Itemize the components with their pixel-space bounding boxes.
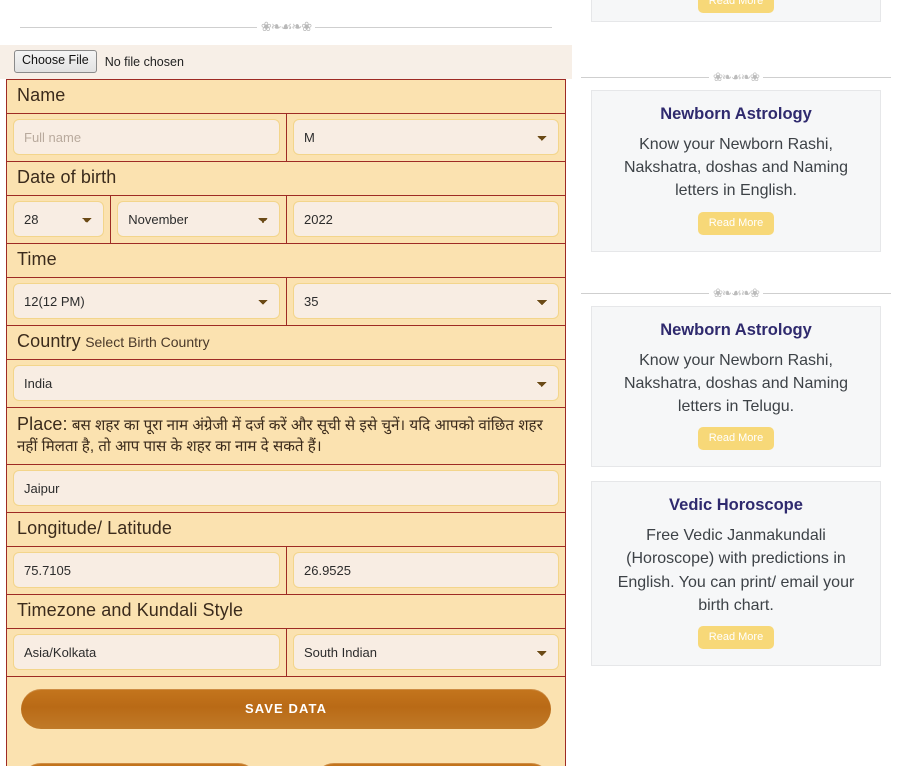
flourish-ornament-icon: ❀❧☙❧❀	[709, 286, 763, 299]
form-actions: SAVE DATA RESET SUBMIT	[7, 677, 565, 766]
country-cell: India	[7, 360, 565, 407]
sidebar-divider-2: ❀❧☙❧❀	[581, 280, 891, 306]
flourish-ornament-icon: ❀❧☙❧❀	[709, 71, 763, 83]
longitude-input[interactable]	[13, 552, 280, 589]
dob-day-cell: 28	[7, 196, 110, 243]
full-name-cell	[7, 114, 286, 161]
top-ornament-divider: ❀❧☙❧❀	[20, 13, 552, 41]
name-label: Name	[17, 85, 66, 105]
time-label-row: Time	[7, 244, 565, 278]
file-upload-strip: Choose File No file chosen	[0, 45, 572, 79]
kundali-style-select[interactable]: South Indian	[293, 634, 559, 671]
time-minute-select[interactable]: 35	[293, 283, 559, 319]
country-label: Country	[17, 331, 81, 351]
time-field-row: 12(12 PM) 35	[7, 278, 565, 326]
kundali-style-cell: South Indian	[286, 629, 565, 677]
timezone-label: Timezone and Kundali Style	[17, 600, 244, 621]
page-root: ❀❧☙❧❀ Choose File No file chosen Name M	[0, 0, 900, 766]
sidebar-card-partial-top[interactable]: Read More	[591, 0, 881, 22]
longitude-cell	[7, 547, 286, 594]
card-title: Newborn Astrology	[660, 105, 812, 123]
sidebar-column: Read More ❀❧☙❧❀ Newborn Astrology Know y…	[572, 0, 900, 766]
gender-select[interactable]: M	[293, 119, 559, 155]
gender-cell: M	[286, 114, 565, 161]
sidebar-divider-1: ❀❧☙❧❀	[581, 64, 891, 90]
place-instruction-text: Place: बस शहर का पूरा नाम अंग्रेजी में द…	[17, 413, 555, 457]
country-select[interactable]: India	[13, 365, 559, 401]
flourish-ornament-icon: ❀❧☙❧❀	[256, 20, 316, 34]
place-field-row	[7, 465, 565, 514]
dob-day-select[interactable]: 28	[13, 201, 105, 237]
time-label: Time	[17, 249, 57, 269]
timezone-input[interactable]	[13, 634, 280, 671]
birth-details-form: Name M Date of birth 28	[6, 79, 566, 766]
read-more-button[interactable]: Read More	[697, 0, 775, 13]
card-title: Newborn Astrology	[660, 320, 812, 339]
time-hour-select[interactable]: 12(12 PM)	[13, 283, 280, 319]
timezone-label-row: Timezone and Kundali Style	[7, 595, 565, 630]
latitude-input[interactable]	[293, 552, 559, 589]
latitude-cell	[286, 547, 565, 595]
dob-year-cell	[285, 196, 565, 243]
file-upload-status: No file chosen	[104, 54, 184, 69]
birth-details-form-column: ❀❧☙❧❀ Choose File No file chosen Name M	[0, 0, 572, 766]
card-description: Free Vedic Janmakundali (Horoscope) with…	[617, 527, 855, 614]
sidebar-card-vedic-horoscope[interactable]: Vedic Horoscope Free Vedic Janmakundali …	[591, 481, 881, 666]
dob-month-select[interactable]: November	[117, 201, 280, 237]
country-field-row: India	[7, 360, 565, 408]
read-more-button[interactable]: Read More	[697, 211, 775, 235]
country-label-row: Country Select Birth Country	[7, 326, 565, 360]
choose-file-button[interactable]: Choose File	[14, 50, 97, 73]
place-label: Place:	[17, 414, 68, 434]
time-hour-cell: 12(12 PM)	[7, 278, 286, 325]
time-minute-cell: 35	[286, 278, 565, 325]
timezone-field-row: South Indian	[7, 629, 565, 678]
place-cell	[7, 465, 565, 512]
read-more-button[interactable]: Read More	[697, 625, 775, 649]
dob-year-input[interactable]	[292, 201, 559, 237]
place-label-row: Place: बस शहर का पूरा नाम अंग्रेजी में द…	[7, 408, 565, 466]
card-description: Know your Newborn Rashi, Nakshatra, dosh…	[623, 136, 849, 200]
country-sublabel: Select Birth Country	[85, 334, 210, 350]
read-more-button[interactable]: Read More	[697, 427, 775, 451]
name-field-row: M	[7, 114, 565, 162]
timezone-cell	[7, 629, 286, 676]
dob-label-row: Date of birth	[7, 162, 565, 196]
sidebar-card-newborn-telugu[interactable]: Newborn Astrology Know your Newborn Rash…	[591, 305, 881, 468]
sidebar-card-newborn-english[interactable]: Newborn Astrology Know your Newborn Rash…	[591, 90, 881, 252]
coords-label: Longitude/ Latitude	[17, 518, 173, 539]
name-label-row: Name	[7, 80, 565, 114]
coords-field-row	[7, 547, 565, 596]
dob-field-row: 28 November	[7, 196, 565, 244]
dob-month-cell: November	[110, 196, 286, 243]
dob-label: Date of birth	[17, 167, 117, 187]
card-description: Know your Newborn Rashi, Nakshatra, dosh…	[623, 351, 849, 415]
place-hindi-instruction: बस शहर का पूरा नाम अंग्रेजी में दर्ज करे…	[17, 417, 543, 455]
save-data-button[interactable]: SAVE DATA	[21, 689, 551, 730]
place-input[interactable]	[13, 470, 559, 507]
coords-label-row: Longitude/ Latitude	[7, 513, 565, 548]
card-title: Vedic Horoscope	[669, 496, 803, 515]
full-name-input[interactable]	[13, 119, 280, 155]
